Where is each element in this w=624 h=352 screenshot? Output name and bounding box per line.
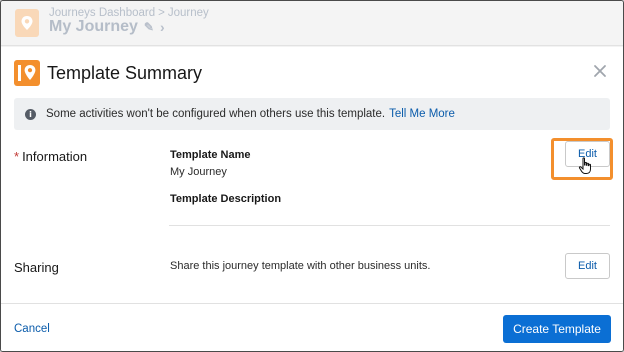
template-icon xyxy=(14,60,40,86)
journey-name: My Journey xyxy=(49,18,138,35)
section-divider xyxy=(169,225,610,226)
close-icon[interactable] xyxy=(591,63,609,81)
information-label: Information xyxy=(22,149,88,164)
template-description-label: Template Description xyxy=(170,193,282,205)
template-summary-modal: Template Summary i Some activities won't… xyxy=(1,47,623,351)
info-banner: i Some activities won't be configured wh… xyxy=(14,98,610,130)
modal-footer: Cancel Create Template xyxy=(1,303,623,351)
banner-text: Some activities won't be configured when… xyxy=(46,108,386,120)
sharing-edit-button[interactable]: Edit xyxy=(565,253,610,279)
information-section-label: * Information xyxy=(14,149,87,164)
hand-cursor-icon xyxy=(578,157,594,180)
window-frame: Journeys Dashboard > Journey My Journey ✎ … xyxy=(0,0,624,352)
chevron-right-icon[interactable]: › xyxy=(160,19,165,35)
sharing-section-label: Sharing xyxy=(14,260,59,275)
app-header: Journeys Dashboard > Journey My Journey ✎ … xyxy=(1,1,623,46)
info-icon: i xyxy=(25,108,36,120)
create-template-button[interactable]: Create Template xyxy=(503,315,611,343)
modal-header: Template Summary xyxy=(1,47,623,101)
template-name-value: My Journey xyxy=(170,166,227,178)
location-pin-icon xyxy=(15,9,39,37)
required-marker: * xyxy=(14,149,20,164)
pencil-icon[interactable]: ✎ xyxy=(144,20,154,34)
breadcrumb-journey[interactable]: Journey xyxy=(168,7,209,19)
modal-title: Template Summary xyxy=(47,63,203,83)
tell-me-more-link[interactable]: Tell Me More xyxy=(389,108,455,120)
cancel-button[interactable]: Cancel xyxy=(14,323,50,335)
sharing-description: Share this journey template with other b… xyxy=(170,260,431,272)
journey-title: My Journey ✎ › xyxy=(49,18,165,36)
template-name-label: Template Name xyxy=(170,149,251,161)
